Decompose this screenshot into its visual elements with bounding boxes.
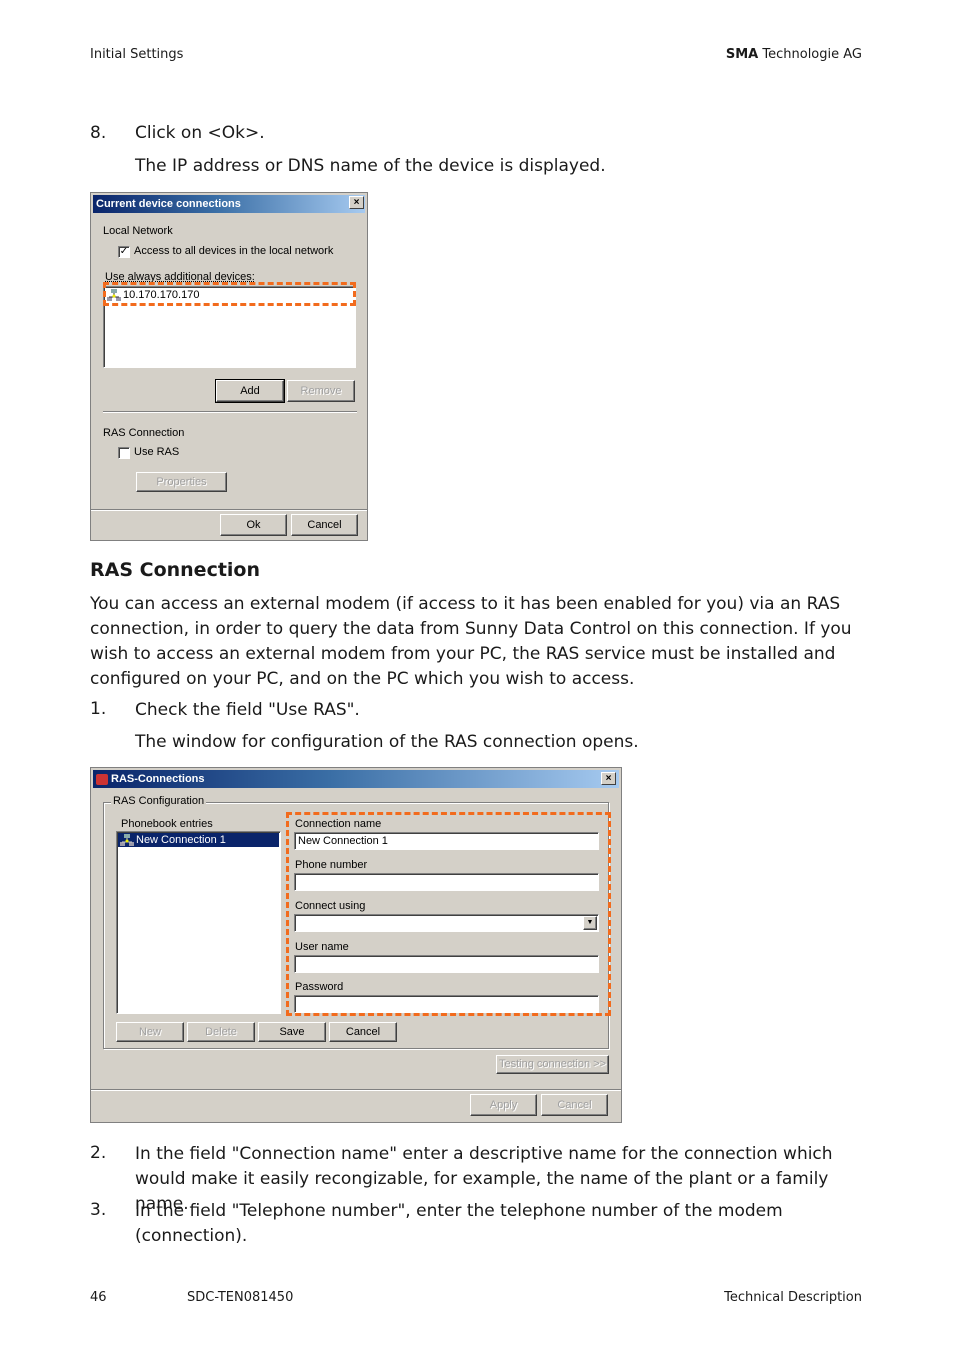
separator bbox=[91, 1089, 621, 1091]
phonebook-label: Phonebook entries bbox=[121, 818, 213, 830]
header-company: SMA Technologie AG bbox=[726, 47, 862, 62]
delete-button[interactable]: Delete bbox=[187, 1022, 255, 1042]
step-text: Click on <Ok>. bbox=[135, 123, 265, 143]
access-all-label: Access to all devices in the local netwo… bbox=[134, 245, 334, 257]
save-button[interactable]: Save bbox=[258, 1022, 326, 1042]
company-name: Technologie AG bbox=[758, 47, 862, 62]
highlight-box bbox=[286, 812, 611, 1016]
remove-button[interactable]: Remove bbox=[287, 380, 355, 402]
use-ras-checkbox[interactable] bbox=[118, 447, 130, 459]
section-title: RAS Connection bbox=[90, 559, 261, 581]
ras-connection-label: RAS Connection bbox=[103, 427, 185, 439]
step-result: The IP address or DNS name of the device… bbox=[135, 156, 606, 176]
section-paragraph: You can access an external modem (if acc… bbox=[90, 594, 852, 689]
dialog-title: Current device connections bbox=[96, 198, 241, 210]
dialog-title: RAS-Connections bbox=[111, 773, 205, 785]
document-type: Technical Description bbox=[724, 1290, 862, 1305]
company-brand: SMA bbox=[725, 47, 759, 62]
properties-button[interactable]: Properties bbox=[136, 472, 227, 492]
close-icon[interactable]: × bbox=[349, 196, 364, 209]
dialog-titlebar: Current device connections bbox=[93, 195, 365, 213]
local-network-label: Local Network bbox=[103, 225, 173, 237]
add-button[interactable]: Add bbox=[215, 379, 285, 403]
use-ras-label: Use RAS bbox=[134, 446, 180, 458]
ok-button[interactable]: Ok bbox=[220, 514, 287, 536]
step-number: 3. bbox=[90, 1200, 107, 1220]
testing-connection-button[interactable]: Testing connection >> bbox=[496, 1055, 609, 1074]
phonebook-entry-name: New Connection 1 bbox=[136, 834, 226, 846]
phonebook-entry-selected[interactable]: New Connection 1 bbox=[118, 833, 279, 847]
step-number: 1. bbox=[90, 699, 107, 719]
ras-configuration-label: RAS Configuration bbox=[111, 795, 207, 807]
cancel-button[interactable]: Cancel bbox=[291, 514, 358, 536]
app-icon bbox=[96, 773, 108, 785]
step-number: 2. bbox=[90, 1143, 107, 1163]
ras-connections-dialog: RAS-Connections × RAS Configuration Phon… bbox=[90, 767, 622, 1123]
page-number: 46 bbox=[90, 1290, 107, 1305]
cancel-button[interactable]: Cancel bbox=[541, 1094, 608, 1116]
apply-button[interactable]: Apply bbox=[470, 1094, 537, 1116]
step-text: In the field "Telephone number", enter t… bbox=[135, 1201, 783, 1246]
access-all-checkbox[interactable]: ✓ bbox=[118, 246, 130, 258]
new-button[interactable]: New bbox=[116, 1022, 184, 1042]
phonebook-list[interactable]: New Connection 1 bbox=[116, 831, 281, 1014]
close-icon[interactable]: × bbox=[601, 772, 616, 785]
step-text: Check the field "Use RAS". bbox=[135, 700, 360, 720]
document-id: SDC-TEN081450 bbox=[187, 1290, 294, 1305]
highlight-box bbox=[103, 282, 356, 306]
current-device-connections-dialog: Current device connections × Local Netwo… bbox=[90, 192, 368, 541]
separator bbox=[91, 509, 367, 511]
cancel-edit-button[interactable]: Cancel bbox=[329, 1022, 397, 1042]
dialog-titlebar: RAS-Connections bbox=[93, 770, 619, 788]
step-number: 8. bbox=[90, 123, 107, 143]
connection-icon bbox=[120, 833, 134, 847]
step-result: The window for configuration of the RAS … bbox=[135, 732, 639, 752]
header-section: Initial Settings bbox=[90, 47, 184, 62]
separator bbox=[103, 411, 357, 413]
